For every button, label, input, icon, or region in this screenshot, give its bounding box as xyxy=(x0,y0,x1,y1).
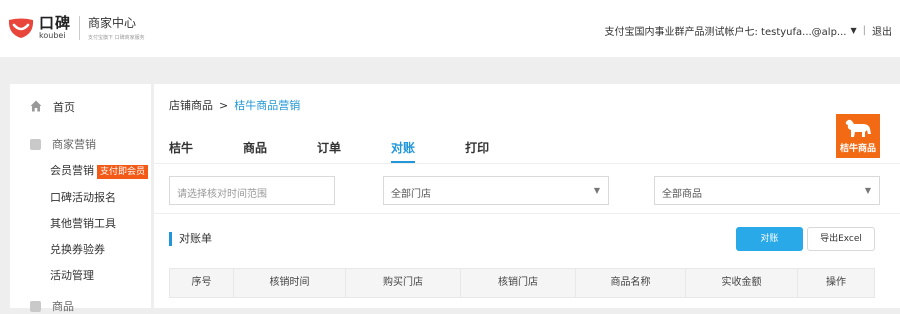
divider xyxy=(154,213,900,214)
koubei-logo-icon xyxy=(7,16,35,40)
goods-select-value: 全部商品 xyxy=(662,189,702,200)
store-select-value: 全部门店 xyxy=(391,189,431,200)
sidebar-item-label: 会员营销 xyxy=(50,164,94,177)
juniu-brand-badge: 桔牛商品 xyxy=(836,114,880,158)
column-header: 核销时间 xyxy=(234,269,346,297)
top-bar: 口碑 koubei 商家中心 支付宝旗下 口碑商家服务 支付宝国内事业群产品测试… xyxy=(0,0,900,57)
sidebar-group-marketing[interactable]: 商家营销 xyxy=(30,136,96,152)
chevron-down-icon: ▼ xyxy=(864,186,871,195)
breadcrumb: 店铺商品 > 桔牛商品营销 xyxy=(169,97,300,113)
date-range-input[interactable]: 请选择核对时间范围 xyxy=(169,176,335,205)
logout-link[interactable]: 退出 xyxy=(872,23,892,38)
goods-select[interactable]: 全部商品 ▼ xyxy=(654,176,880,205)
sidebar-item-member-marketing[interactable]: 会员营销 支付即会员 xyxy=(50,162,149,179)
section-title: 对账单 xyxy=(169,232,212,246)
sidebar-group-goods[interactable]: 商品 xyxy=(30,298,74,314)
breadcrumb-parent[interactable]: 店铺商品 xyxy=(169,99,213,112)
center-title: 商家中心 xyxy=(88,16,137,30)
tab-orders[interactable]: 订单 xyxy=(317,139,341,156)
divider: | xyxy=(862,25,866,36)
tab-print[interactable]: 打印 xyxy=(465,139,489,156)
sidebar-item-label: 首页 xyxy=(53,101,75,114)
brand-badge-label: 桔牛商品 xyxy=(839,144,876,154)
column-header: 操作 xyxy=(826,277,846,288)
pay-member-badge: 支付即会员 xyxy=(97,165,149,179)
sidebar-item-home[interactable]: 首页 xyxy=(30,99,75,115)
sidebar: 首页 商家营销 会员营销 支付即会员 口碑活动报名 其他营销工具 兑换券验券 活动… xyxy=(10,84,151,313)
breadcrumb-current: 桔牛商品营销 xyxy=(234,99,301,112)
table-header: 序号 核销时间 购买门店 核销门店 商品名称 实收金额 操作 xyxy=(169,268,875,298)
tab-goods[interactable]: 商品 xyxy=(243,139,267,156)
column-header: 购买门店 xyxy=(346,269,461,297)
logo-subname: koubei xyxy=(39,30,66,40)
logo-divider xyxy=(79,15,81,40)
bull-icon xyxy=(843,118,873,141)
tab-juniu[interactable]: 桔牛 xyxy=(169,139,193,156)
goods-icon xyxy=(30,300,41,312)
sidebar-item-activity-manage[interactable]: 活动管理 xyxy=(50,267,94,283)
reconcile-button[interactable]: 对账 xyxy=(736,227,803,251)
home-icon xyxy=(30,100,42,115)
sidebar-group-label: 商家营销 xyxy=(52,138,96,151)
sidebar-item-other-tools[interactable]: 其他营销工具 xyxy=(50,215,116,231)
tab-bar: 桔牛 商品 订单 对账 打印 xyxy=(169,139,489,163)
column-header: 核销门店 xyxy=(461,269,576,297)
main-panel: 店铺商品 > 桔牛商品营销 桔牛 商品 订单 对账 打印 桔牛商品 请选择核对时间范… xyxy=(154,84,900,308)
sidebar-group-label: 商品 xyxy=(52,300,74,313)
logo-name: 口碑 xyxy=(39,13,72,32)
column-header: 序号 xyxy=(170,269,234,297)
caret-down-icon[interactable]: ▼ xyxy=(850,26,856,35)
marketing-icon xyxy=(30,138,41,150)
column-header: 商品名称 xyxy=(576,269,686,297)
logo[interactable]: 口碑 koubei 商家中心 支付宝旗下 口碑商家服务 xyxy=(7,14,145,41)
sidebar-item-voucher-check[interactable]: 兑换券验券 xyxy=(50,241,105,257)
divider xyxy=(154,163,900,164)
account-area: 支付宝国内事业群产品测试帐户七: testyufa...@alp... ▼ | … xyxy=(604,23,892,38)
tab-reconciliation[interactable]: 对账 xyxy=(391,139,416,163)
breadcrumb-separator: > xyxy=(219,99,229,112)
account-dropdown[interactable]: 支付宝国内事业群产品测试帐户七: testyufa...@alp... xyxy=(604,23,846,38)
center-subtitle: 支付宝旗下 口碑商家服务 xyxy=(88,35,145,41)
sidebar-item-activity-signup[interactable]: 口碑活动报名 xyxy=(50,189,116,205)
column-header: 实收金额 xyxy=(686,269,798,297)
store-select[interactable]: 全部门店 ▼ xyxy=(383,176,609,205)
chevron-down-icon: ▼ xyxy=(593,186,600,195)
export-excel-button[interactable]: 导出Excel xyxy=(807,227,875,251)
